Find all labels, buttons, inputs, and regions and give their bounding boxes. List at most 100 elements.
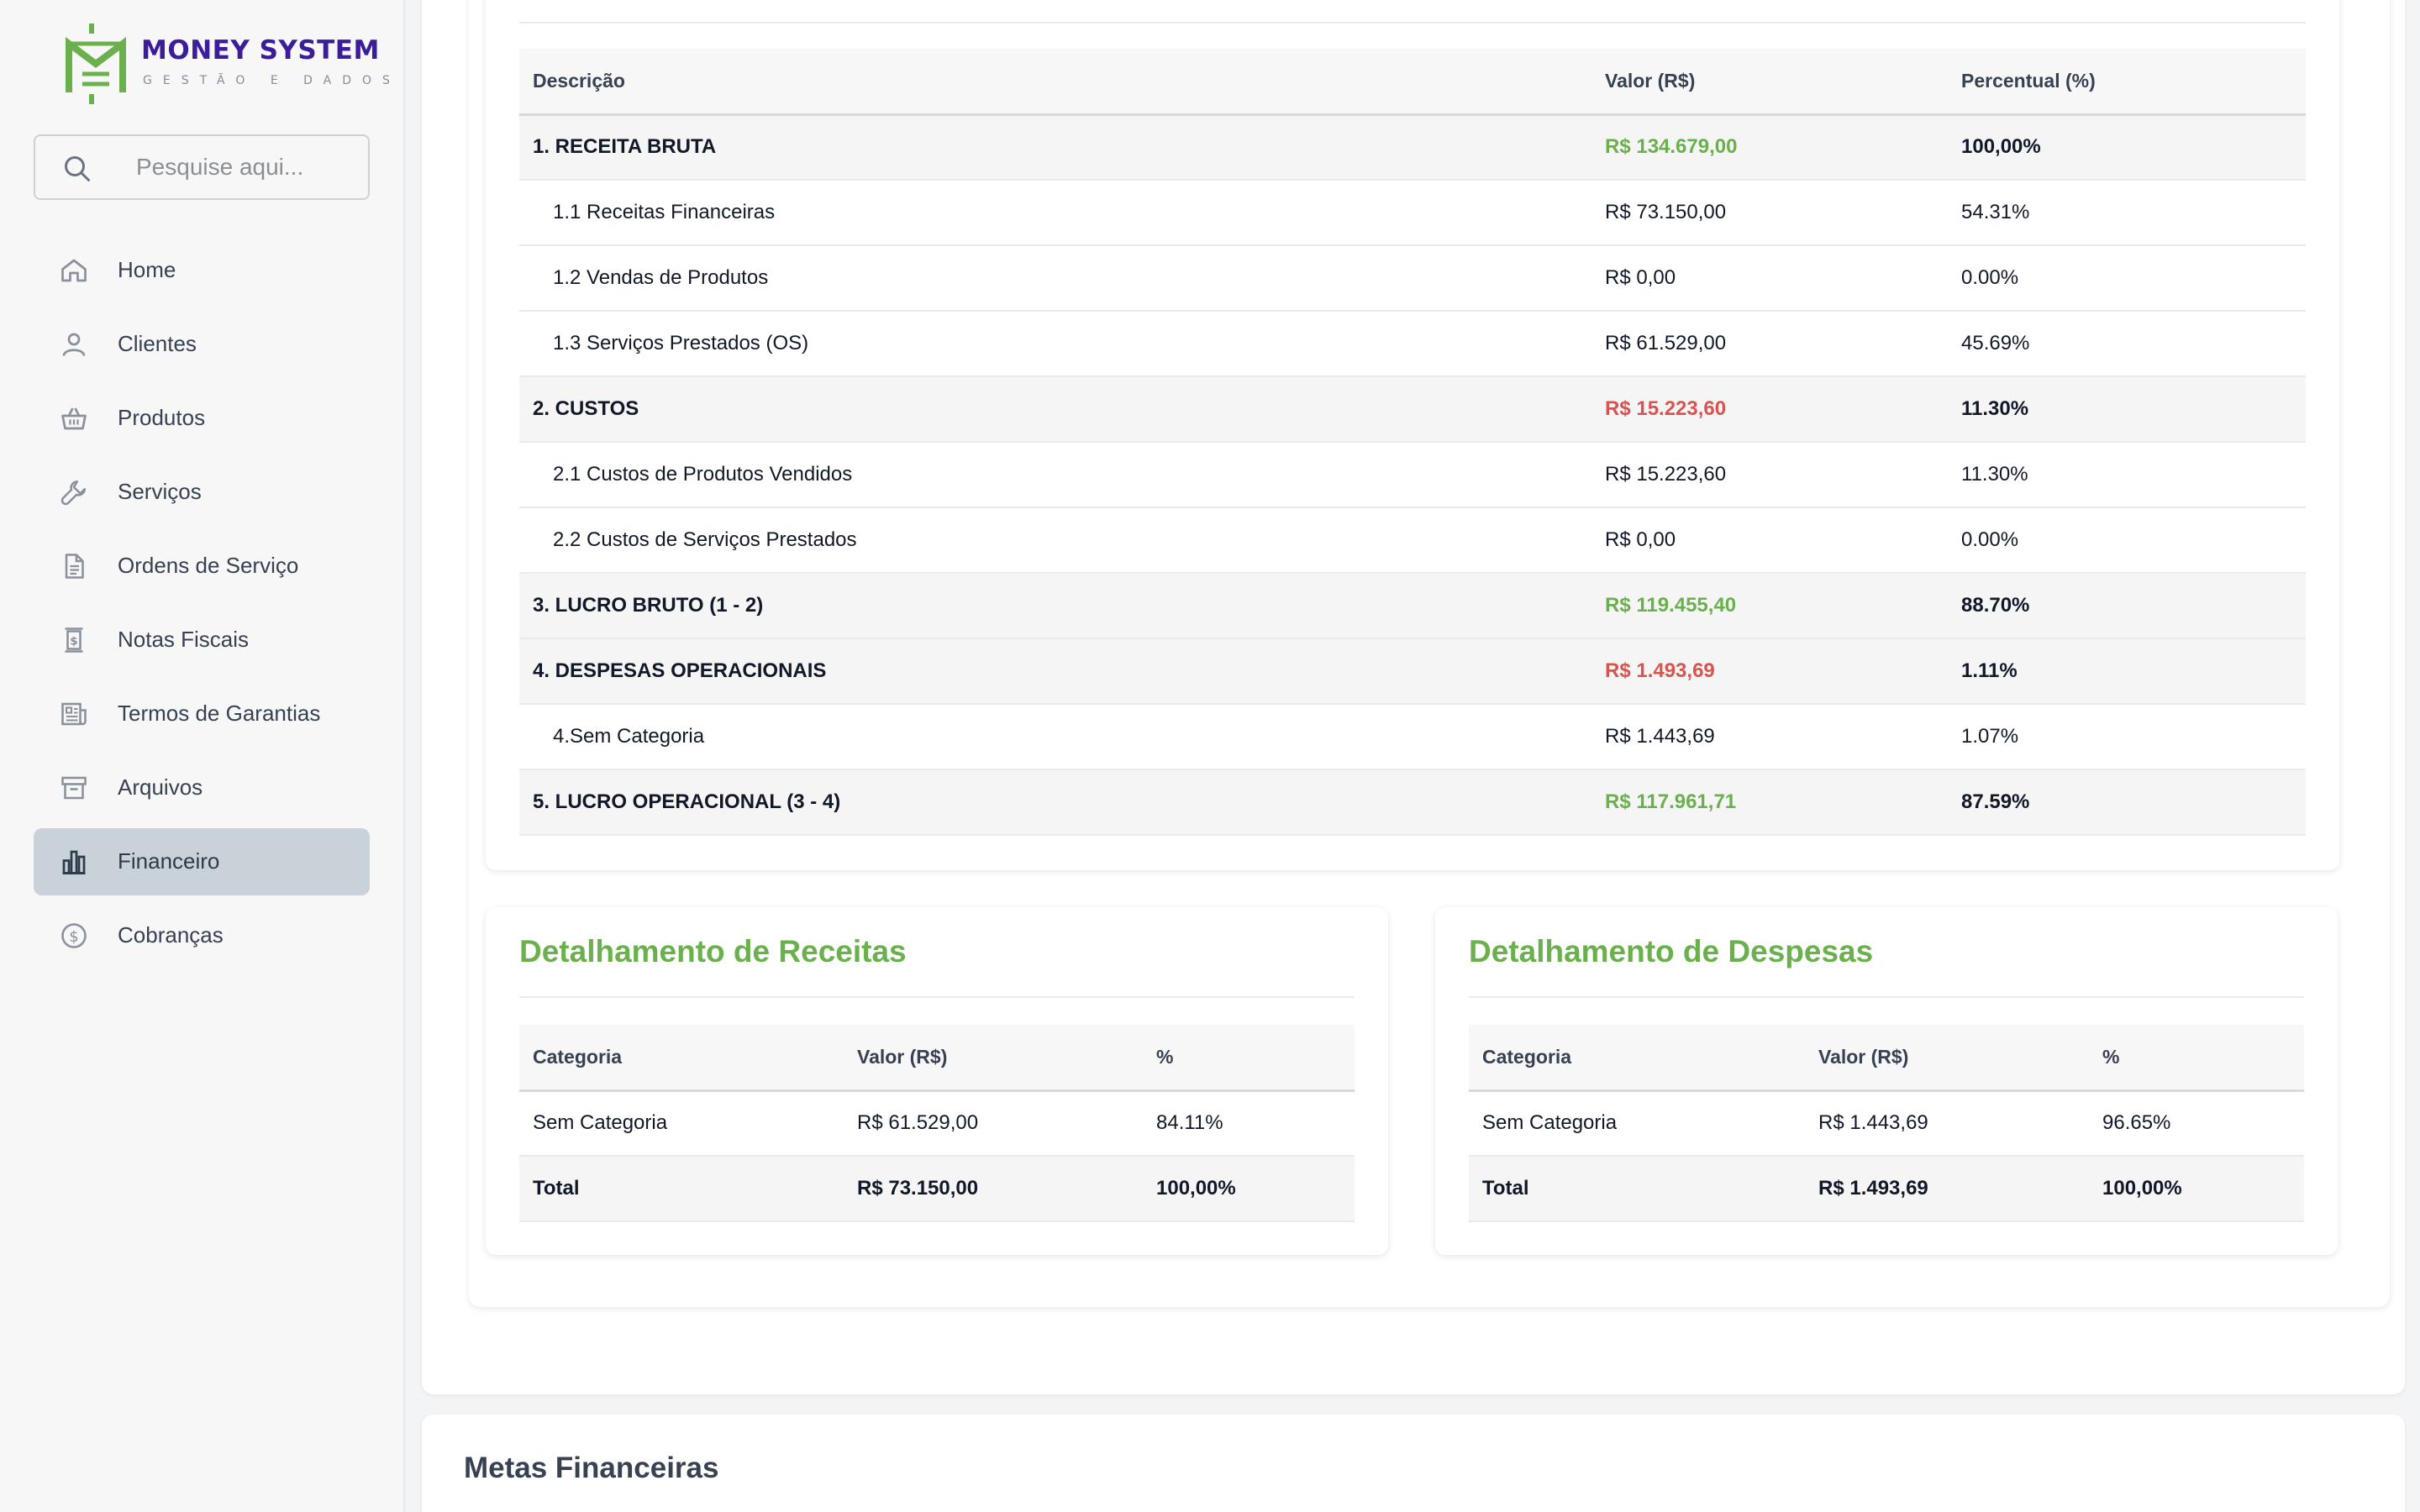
row-value: R$ 1.493,69 [1805, 1156, 2089, 1222]
divider [1469, 996, 2304, 998]
row-description: 1.2 Vendas de Produtos [519, 245, 1591, 312]
brand-logo[interactable]: MONEY SYSTEM GESTÃO E DADOS [64, 24, 390, 104]
sidebar-item-label: Financeiro [118, 848, 220, 874]
row-description: 1.1 Receitas Financeiras [519, 180, 1591, 246]
row-percent: 1.07% [1948, 704, 2306, 770]
row-value: R$ 61.529,00 [844, 1090, 1143, 1157]
dre-table: Descrição Valor (R$) Percentual (%) 1. R… [519, 49, 2306, 836]
column-header-percent: % [2089, 1025, 2304, 1092]
column-header-valor: Valor (R$) [1805, 1025, 2089, 1092]
row-value: R$ 73.150,00 [844, 1156, 1143, 1222]
row-value: R$ 15.223,60 [1591, 442, 1948, 508]
search-box [34, 134, 370, 200]
sidebar-item-clientes[interactable]: Clientes [34, 311, 370, 378]
sidebar: MONEY SYSTEM GESTÃO E DADOS Home Cliente… [0, 0, 405, 1512]
row-description: 2. CUSTOS [519, 376, 1591, 443]
column-header-valor: Valor (R$) [1591, 49, 1948, 116]
row-percent: 11.30% [1948, 376, 2306, 443]
row-value: R$ 15.223,60 [1591, 376, 1948, 443]
financial-goals-card: Metas Financeiras [422, 1415, 2405, 1512]
row-percent: 88.70% [1948, 573, 2306, 639]
table-row: 1.2 Vendas de Produtos R$ 0,00 0.00% [519, 245, 2306, 312]
table-row: 1.1 Receitas Financeiras R$ 73.150,00 54… [519, 180, 2306, 246]
row-description: 4. DESPESAS OPERACIONAIS [519, 638, 1591, 705]
table-row: 2.1 Custos de Produtos Vendidos R$ 15.22… [519, 442, 2306, 508]
row-value: R$ 117.961,71 [1591, 769, 1948, 836]
row-percent: 1.11% [1948, 638, 2306, 705]
wrench-icon [59, 477, 89, 507]
row-description: 5. LUCRO OPERACIONAL (3 - 4) [519, 769, 1591, 836]
row-description: 1. RECEITA BRUTA [519, 114, 1591, 181]
row-percent: 84.11% [1143, 1090, 1355, 1157]
row-description: 3. LUCRO BRUTO (1 - 2) [519, 573, 1591, 639]
expense-detail-title: Detalhamento de Despesas [1469, 934, 1874, 969]
invoice-icon: $ [59, 625, 89, 655]
row-description: 2.2 Custos de Serviços Prestados [519, 507, 1591, 574]
column-header-percentual: Percentual (%) [1948, 49, 2306, 116]
row-category: Sem Categoria [519, 1090, 844, 1157]
row-description: 4.Sem Categoria [519, 704, 1591, 770]
table-row: 4. DESPESAS OPERACIONAIS R$ 1.493,69 1.1… [519, 638, 2306, 705]
column-header-valor: Valor (R$) [844, 1025, 1143, 1092]
table-row: 3. LUCRO BRUTO (1 - 2) R$ 119.455,40 88.… [519, 573, 2306, 639]
sidebar-item-servicos[interactable]: Serviços [34, 459, 370, 526]
sidebar-item-home[interactable]: Home [34, 237, 370, 304]
sidebar-item-financeiro[interactable]: Financeiro [34, 828, 370, 895]
sidebar-item-label: Ordens de Serviço [118, 553, 299, 578]
row-value: R$ 1.493,69 [1591, 638, 1948, 705]
sidebar-item-arquivos[interactable]: Arquivos [34, 754, 370, 822]
bar-chart-icon [59, 847, 89, 877]
column-header-categoria: Categoria [1469, 1025, 1805, 1092]
row-value: R$ 0,00 [1591, 507, 1948, 574]
revenue-detail-title: Detalhamento de Receitas [519, 934, 907, 969]
sidebar-item-termos-de-garantias[interactable]: Termos de Garantias [34, 680, 370, 748]
table-row-total: Total R$ 1.493,69 100,00% [1469, 1156, 2304, 1222]
row-percent: 54.31% [1948, 180, 2306, 246]
sidebar-item-notas-fiscais[interactable]: $ Notas Fiscais [34, 606, 370, 674]
table-row: 4.Sem Categoria R$ 1.443,69 1.07% [519, 704, 2306, 770]
table-header-row: Categoria Valor (R$) % [519, 1025, 1355, 1092]
sidebar-item-produtos[interactable]: Produtos [34, 385, 370, 452]
column-header-descricao: Descrição [519, 49, 1591, 116]
divider [519, 996, 1355, 998]
sidebar-item-label: Produtos [118, 405, 206, 430]
newspaper-icon [59, 699, 89, 729]
sidebar-item-cobrancas[interactable]: $ Cobranças [34, 902, 370, 969]
row-description: 2.1 Custos de Produtos Vendidos [519, 442, 1591, 508]
table-row: 2. CUSTOS R$ 15.223,60 11.30% [519, 376, 2306, 443]
sidebar-item-label: Notas Fiscais [118, 627, 250, 652]
dre-divider [519, 22, 2306, 24]
row-percent: 100,00% [1948, 114, 2306, 181]
row-percent: 100,00% [2089, 1156, 2304, 1222]
row-percent: 11.30% [1948, 442, 2306, 508]
row-value: R$ 1.443,69 [1591, 704, 1948, 770]
table-header-row: Descrição Valor (R$) Percentual (%) [519, 49, 2306, 116]
column-header-percent: % [1143, 1025, 1355, 1092]
main-content: Descrição Valor (R$) Percentual (%) 1. R… [405, 0, 2420, 1512]
home-icon [59, 255, 89, 286]
row-value: R$ 61.529,00 [1591, 311, 1948, 377]
column-header-categoria: Categoria [519, 1025, 844, 1092]
row-category: Total [1469, 1156, 1805, 1222]
row-value: R$ 0,00 [1591, 245, 1948, 312]
row-value: R$ 73.150,00 [1591, 180, 1948, 246]
basket-icon [59, 403, 89, 433]
sidebar-item-label: Arquivos [118, 774, 203, 800]
document-icon [59, 551, 89, 581]
search-input[interactable] [136, 136, 363, 198]
table-row: Sem Categoria R$ 61.529,00 84.11% [519, 1090, 1355, 1157]
row-percent: 87.59% [1948, 769, 2306, 836]
row-percent: 0.00% [1948, 245, 2306, 312]
revenue-detail-card: Detalhamento de Receitas Categoria Valor… [486, 907, 1388, 1255]
sidebar-item-ordens-de-servico[interactable]: Ordens de Serviço [34, 533, 370, 600]
search-icon [65, 156, 90, 181]
revenue-detail-table: Categoria Valor (R$) % Sem Categoria R$ … [519, 1025, 1355, 1222]
dollar-circle-icon: $ [59, 921, 89, 951]
archive-icon [59, 773, 89, 803]
sidebar-item-label: Clientes [118, 331, 197, 356]
table-row: 1. RECEITA BRUTA R$ 134.679,00 100,00% [519, 114, 2306, 181]
row-percent: 96.65% [2089, 1090, 2304, 1157]
financial-goals-title: Metas Financeiras [464, 1452, 719, 1484]
row-value: R$ 1.443,69 [1805, 1090, 2089, 1157]
user-icon [59, 329, 89, 360]
